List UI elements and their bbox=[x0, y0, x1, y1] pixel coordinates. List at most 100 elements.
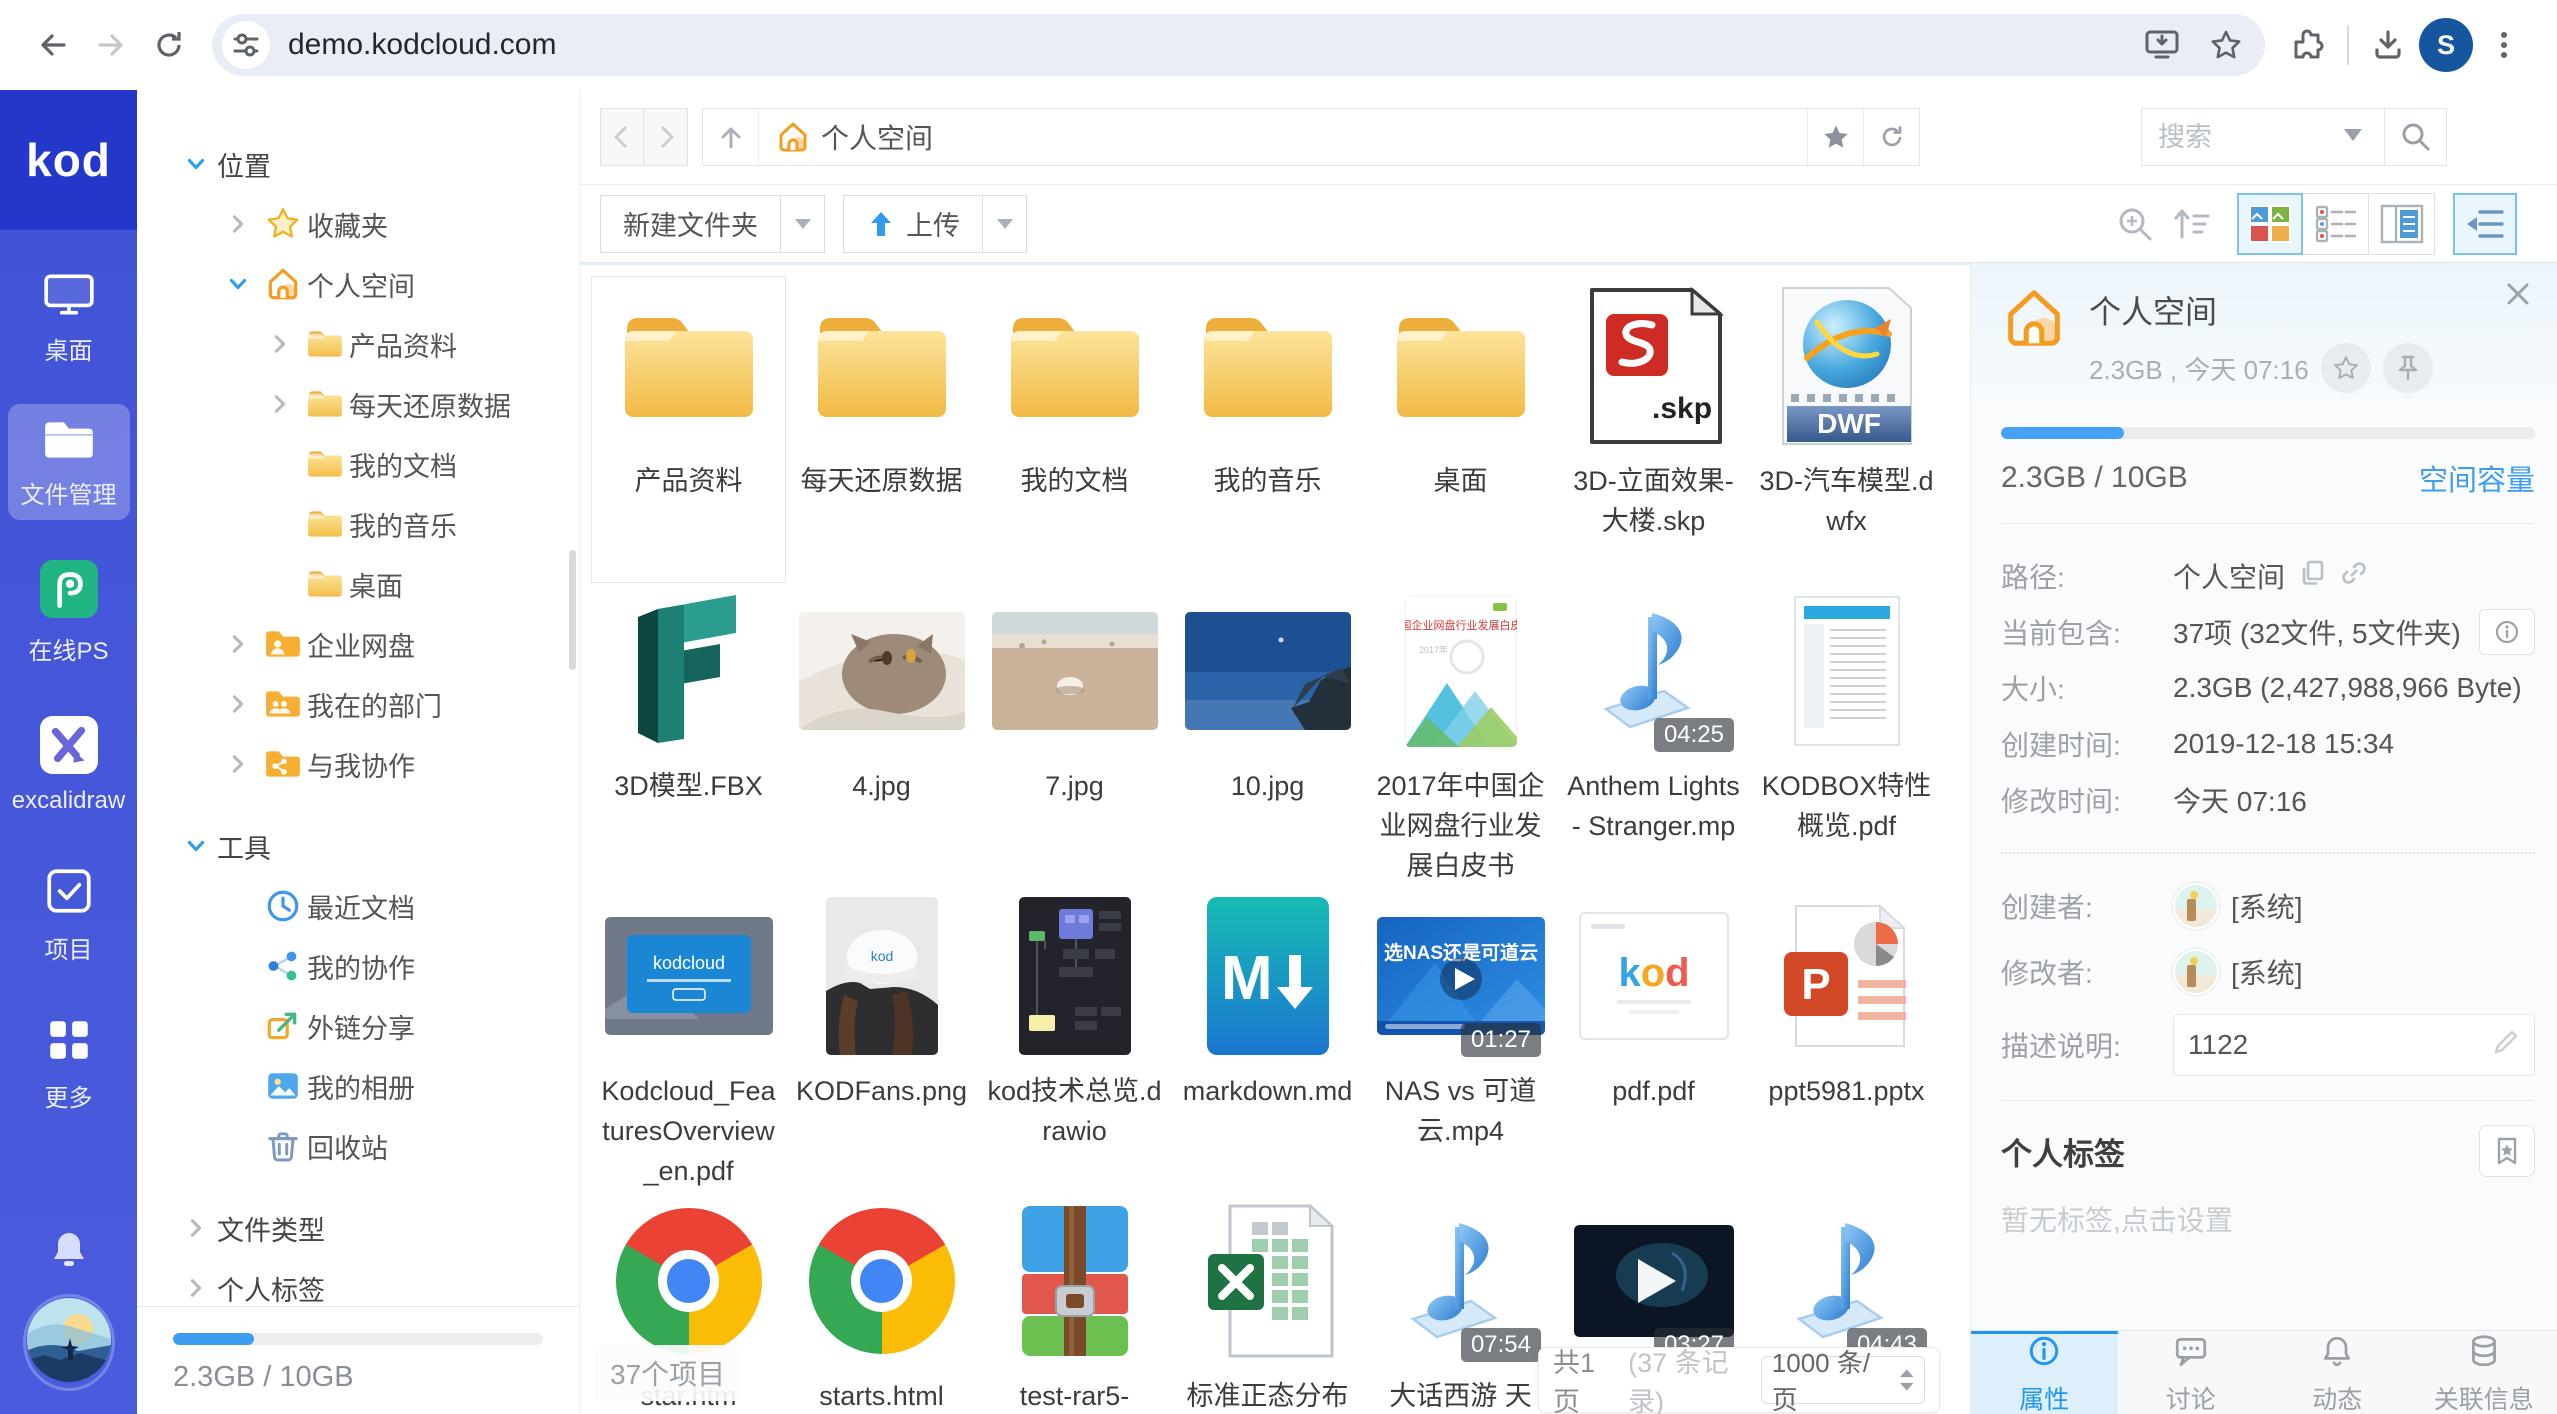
tab-属性[interactable]: 属性 bbox=[1971, 1331, 2118, 1414]
search-icon[interactable] bbox=[2384, 109, 2446, 165]
file-item[interactable]: 我的文档 bbox=[978, 277, 1171, 582]
rail-item-项目[interactable]: 项目 bbox=[8, 853, 130, 975]
bookmark-star-icon[interactable] bbox=[2197, 16, 2255, 74]
sidebar-item-产品资料[interactable]: 产品资料 bbox=[137, 314, 579, 374]
file-item[interactable]: 桌面 bbox=[1364, 277, 1557, 582]
tab-讨论[interactable]: 讨论 bbox=[2118, 1331, 2265, 1414]
tag-bookmark-icon[interactable] bbox=[2479, 1125, 2535, 1177]
edit-pencil-icon[interactable] bbox=[2492, 1028, 2520, 1063]
sidebar-item-我的音乐[interactable]: 我的音乐 bbox=[137, 494, 579, 554]
new-folder-caret[interactable] bbox=[781, 195, 825, 253]
file-item[interactable]: Mmarkdown.md bbox=[1171, 887, 1364, 1192]
sidebar-item-桌面[interactable]: 桌面 bbox=[137, 554, 579, 614]
file-item[interactable]: 3D模型.FBX bbox=[592, 582, 785, 887]
upload-caret[interactable] bbox=[983, 195, 1027, 253]
sidebar-item-工具[interactable]: 工具 bbox=[137, 816, 579, 876]
tree-scrollbar[interactable] bbox=[569, 550, 576, 670]
rail-item-桌面[interactable]: 桌面 bbox=[8, 258, 130, 376]
info-icon[interactable] bbox=[2479, 609, 2535, 655]
expander-chevron[interactable] bbox=[175, 1216, 217, 1240]
file-item[interactable]: 10.jpg bbox=[1171, 582, 1364, 887]
rail-item-更多[interactable]: 更多 bbox=[8, 1003, 130, 1123]
list-view-button[interactable] bbox=[2303, 193, 2369, 255]
sidebar-item-最近文档[interactable]: 最近文档 bbox=[137, 876, 579, 936]
favorite-icon[interactable] bbox=[2321, 343, 2371, 393]
expander-chevron[interactable] bbox=[175, 1276, 217, 1300]
sidebar-item-位置[interactable]: 位置 bbox=[137, 134, 579, 194]
tab-关联信息[interactable]: 关联信息 bbox=[2411, 1331, 2557, 1414]
sidebar-item-文件类型[interactable]: 文件类型 bbox=[137, 1198, 579, 1258]
sidebar-item-我在的部门[interactable]: 我在的部门 bbox=[137, 674, 579, 734]
expander-chevron[interactable] bbox=[217, 692, 259, 716]
file-item[interactable]: kodKODFans.png bbox=[785, 887, 978, 1192]
breadcrumb[interactable]: 个人空间 bbox=[759, 117, 1807, 157]
sidebar-item-我的文档[interactable]: 我的文档 bbox=[137, 434, 579, 494]
expander-chevron[interactable] bbox=[259, 332, 301, 356]
rail-item-在线PS[interactable]: 在线PS bbox=[8, 548, 130, 676]
search-scope-caret[interactable] bbox=[2344, 128, 2384, 146]
file-item[interactable]: 选NAS还是可道云01:27NAS vs 可道云.mp4 bbox=[1364, 887, 1557, 1192]
sidebar-item-企业网盘[interactable]: 企业网盘 bbox=[137, 614, 579, 674]
copy-path-icon[interactable] bbox=[2297, 558, 2327, 595]
install-app-icon[interactable] bbox=[2133, 16, 2191, 74]
site-settings-icon[interactable] bbox=[222, 21, 270, 69]
search-input[interactable] bbox=[2142, 122, 2344, 153]
refresh-button[interactable] bbox=[1863, 109, 1919, 165]
file-item[interactable]: 7.jpg bbox=[978, 582, 1171, 887]
history-forward-button[interactable] bbox=[644, 108, 688, 166]
file-item[interactable]: 中国企业网盘行业发展白皮书2017年2017年中国企业网盘行业发展白皮书 bbox=[1364, 582, 1557, 887]
sidebar-item-我的协作[interactable]: 我的协作 bbox=[137, 936, 579, 996]
file-item[interactable]: starts.html bbox=[785, 1192, 978, 1414]
profile-avatar[interactable]: S bbox=[2417, 16, 2475, 74]
panel-toggle-button[interactable] bbox=[2453, 193, 2517, 255]
space-capacity-link[interactable]: 空间容量 bbox=[2419, 457, 2535, 499]
breadcrumb-bar[interactable]: 个人空间 bbox=[702, 108, 1920, 166]
menu-kebab-icon[interactable] bbox=[2475, 16, 2533, 74]
downloads-icon[interactable] bbox=[2359, 16, 2417, 74]
sidebar-item-外链分享[interactable]: 外链分享 bbox=[137, 996, 579, 1056]
file-item[interactable]: DWF3D-汽车模型.dwfx bbox=[1750, 277, 1943, 582]
grid-view-button[interactable] bbox=[2237, 193, 2303, 255]
rail-item-excalidraw[interactable]: excalidraw bbox=[8, 704, 130, 825]
file-item[interactable]: 我的音乐 bbox=[1171, 277, 1364, 582]
up-directory-button[interactable] bbox=[703, 109, 759, 165]
sidebar-item-回收站[interactable]: 回收站 bbox=[137, 1116, 579, 1176]
file-item[interactable]: .skp3D-立面效果-大楼.skp bbox=[1557, 277, 1750, 582]
sort-icon[interactable] bbox=[2163, 196, 2219, 252]
notifications-bell-icon[interactable] bbox=[49, 1228, 89, 1277]
history-back-button[interactable] bbox=[600, 108, 644, 166]
sidebar-item-收藏夹[interactable]: 收藏夹 bbox=[137, 194, 579, 254]
expander-chevron[interactable] bbox=[217, 212, 259, 236]
new-folder-button[interactable]: 新建文件夹 bbox=[600, 195, 781, 253]
upload-button[interactable]: 上传 bbox=[843, 195, 983, 253]
forward-icon[interactable] bbox=[82, 16, 140, 74]
favorite-path-button[interactable] bbox=[1807, 109, 1863, 165]
file-item[interactable]: KODBOX特性概览.pdf bbox=[1750, 582, 1943, 887]
pin-icon[interactable] bbox=[2383, 343, 2433, 393]
expander-chevron[interactable] bbox=[175, 834, 217, 858]
file-item[interactable]: 每天还原数据 bbox=[785, 277, 978, 582]
sidebar-item-与我协作[interactable]: 与我协作 bbox=[137, 734, 579, 794]
file-item[interactable]: 04:25Anthem Lights - Stranger.mp bbox=[1557, 582, 1750, 887]
file-item[interactable]: kodcloudKodcloud_FeaturesOverview_en.pdf bbox=[592, 887, 785, 1192]
expander-chevron[interactable] bbox=[259, 392, 301, 416]
expander-chevron[interactable] bbox=[217, 632, 259, 656]
expander-chevron[interactable] bbox=[175, 152, 217, 176]
file-item[interactable]: kodpdf.pdf bbox=[1557, 887, 1750, 1192]
file-item[interactable]: 07:54大话西游 天 bbox=[1364, 1192, 1557, 1414]
address-bar[interactable]: demo.kodcloud.com bbox=[212, 14, 2265, 76]
tab-动态[interactable]: 动态 bbox=[2264, 1331, 2411, 1414]
page-size-select[interactable]: 1000 条/页 bbox=[1761, 1356, 1925, 1404]
sidebar-item-每天还原数据[interactable]: 每天还原数据 bbox=[137, 374, 579, 434]
link-icon[interactable] bbox=[2339, 558, 2369, 595]
sidebar-item-我的相册[interactable]: 我的相册 bbox=[137, 1056, 579, 1116]
expander-chevron[interactable] bbox=[217, 272, 259, 296]
file-item[interactable]: kod技术总览.drawio bbox=[978, 887, 1171, 1192]
rail-item-文件管理[interactable]: 文件管理 bbox=[8, 404, 130, 520]
file-item[interactable]: 4.jpg bbox=[785, 582, 978, 887]
column-view-button[interactable] bbox=[2369, 193, 2435, 255]
user-avatar[interactable] bbox=[26, 1297, 112, 1388]
tags-empty-text[interactable]: 暂无标签,点击设置 bbox=[2001, 1199, 2535, 1239]
file-item[interactable]: Pppt5981.pptx bbox=[1750, 887, 1943, 1192]
sidebar-item-个人空间[interactable]: 个人空间 bbox=[137, 254, 579, 314]
